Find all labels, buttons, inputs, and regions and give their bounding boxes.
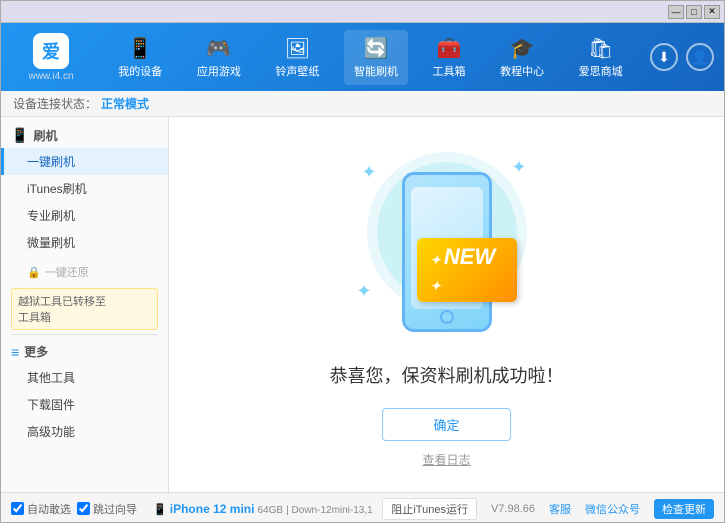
nav-app-game[interactable]: 🎮 应用游戏 xyxy=(187,30,251,85)
nav-ringtone-wallpaper[interactable]: 🖼 铃声壁纸 xyxy=(265,30,329,85)
maximize-button[interactable]: □ xyxy=(686,5,702,19)
jailbreak-notice: 越狱工具已转移至工具箱 xyxy=(11,288,158,330)
my-device-label: 我的设备 xyxy=(118,63,162,79)
nav-my-device[interactable]: 📱 我的设备 xyxy=(108,30,172,85)
pro-flash-label: 专业刷机 xyxy=(27,209,75,223)
user-button[interactable]: 👤 xyxy=(686,43,714,71)
sidebar: 📱 刷机 一键刷机 iTunes刷机 专业刷机 微量刷机 xyxy=(1,117,169,492)
footer: 自动敢选 跳过向导 📱 iPhone 12 mini 64GB | Down-1… xyxy=(1,492,724,523)
more-section-icon: ≡ xyxy=(11,344,19,360)
auto-report-checkbox[interactable]: 自动敢选 xyxy=(11,501,71,517)
status-label: 设备连接状态： xyxy=(13,95,97,112)
nav-store[interactable]: 🛍 爱思商城 xyxy=(569,30,633,85)
status-value: 正常模式 xyxy=(101,95,149,112)
title-bar: — □ ✕ xyxy=(1,1,724,23)
sparkle-1: ✦ xyxy=(362,162,377,183)
sidebar-item-micro-flash[interactable]: 微量刷机 xyxy=(1,229,168,256)
sidebar-section-more: ≡ 更多 其他工具 下载固件 高级功能 xyxy=(1,339,168,445)
download-button[interactable]: ⬇ xyxy=(650,43,678,71)
logo-icon: 爱 xyxy=(33,33,69,69)
sparkle-3: ✦ xyxy=(357,281,372,302)
nav-bar: 📱 我的设备 🎮 应用游戏 🖼 铃声壁纸 🔄 智能刷机 🧰 工具箱 🎓 xyxy=(101,30,640,85)
footer-left: 自动敢选 跳过向导 📱 iPhone 12 mini 64GB | Down-1… xyxy=(11,501,382,517)
sidebar-item-pro-flash[interactable]: 专业刷机 xyxy=(1,202,168,229)
advanced-label: 高级功能 xyxy=(27,425,75,439)
ringtone-icon: 🖼 xyxy=(285,36,310,61)
check-update-button[interactable]: 检查更新 xyxy=(654,499,714,519)
customer-service-link[interactable]: 客服 xyxy=(549,501,571,517)
nav-tutorial[interactable]: 🎓 教程中心 xyxy=(490,30,554,85)
main-window: — □ ✕ 爱 www.i4.cn 📱 我的设备 🎮 应用游戏 🖼 铃声壁纸 xyxy=(0,0,725,523)
flash-section-label: 刷机 xyxy=(33,127,57,144)
view-log-link[interactable]: 查看日志 xyxy=(422,451,470,468)
tutorial-label: 教程中心 xyxy=(500,63,544,79)
smart-flash-label: 智能刷机 xyxy=(354,63,398,79)
success-message: 恭喜您，保资料刷机成功啦！ xyxy=(330,362,564,388)
sidebar-section-restore: 🔒 一键还原 越狱工具已转移至工具箱 xyxy=(1,260,168,330)
confirm-button[interactable]: 确定 xyxy=(382,408,510,441)
sidebar-item-itunes-flash[interactable]: iTunes刷机 xyxy=(1,175,168,202)
other-tools-label: 其他工具 xyxy=(27,371,75,385)
sidebar-item-one-key-flash[interactable]: 一键刷机 xyxy=(1,148,168,175)
device-model-text: Down-12mini-13,1 xyxy=(292,505,373,516)
app-game-label: 应用游戏 xyxy=(197,63,241,79)
toolbox-label: 工具箱 xyxy=(433,63,466,79)
logo-letter: 爱 xyxy=(42,38,60,64)
success-illustration: ✦ ✦ ✦ NEW xyxy=(347,142,547,342)
status-bar: 设备连接状态： 正常模式 xyxy=(1,91,724,117)
device-name: iPhone 12 mini xyxy=(170,502,255,516)
device-capacity: 64GB xyxy=(258,505,284,516)
footer-status: 阻止iTunes运行 V7.98.66 客服 微信公众号 检查更新 xyxy=(382,498,714,520)
more-section-header: ≡ 更多 xyxy=(1,339,168,364)
store-icon: 🛍 xyxy=(588,36,613,61)
itunes-flash-label: iTunes刷机 xyxy=(27,182,87,196)
nav-actions: ⬇ 👤 xyxy=(650,43,714,71)
tutorial-icon: 🎓 xyxy=(510,36,535,61)
close-button[interactable]: ✕ xyxy=(704,5,720,19)
logo-url: www.i4.cn xyxy=(28,71,73,82)
logo[interactable]: 爱 www.i4.cn xyxy=(11,33,91,82)
phone-icon: 📱 xyxy=(153,504,170,516)
auto-report-input[interactable] xyxy=(11,502,24,515)
sparkle-2: ✦ xyxy=(511,157,526,178)
stop-itunes-button[interactable]: 阻止iTunes运行 xyxy=(382,498,477,520)
sidebar-item-advanced[interactable]: 高级功能 xyxy=(1,418,168,445)
sidebar-section-flash: 📱 刷机 一键刷机 iTunes刷机 专业刷机 微量刷机 xyxy=(1,123,168,256)
nav-smart-flash[interactable]: 🔄 智能刷机 xyxy=(344,30,408,85)
flash-section-icon: 📱 xyxy=(11,127,28,144)
sidebar-item-other-tools[interactable]: 其他工具 xyxy=(1,364,168,391)
ringtone-label: 铃声壁纸 xyxy=(275,63,319,79)
wechat-public-link[interactable]: 微信公众号 xyxy=(585,501,640,517)
content-area: ✦ ✦ ✦ NEW 恭喜您，保资料刷机成功啦！ 确定 查看日志 xyxy=(169,117,724,492)
restore-label: 一键还原 xyxy=(45,264,89,280)
device-info: 📱 iPhone 12 mini 64GB | Down-12mini-13,1 xyxy=(153,502,373,516)
flash-section-header: 📱 刷机 xyxy=(1,123,168,148)
sidebar-divider xyxy=(11,334,158,335)
skip-wizard-input[interactable] xyxy=(77,502,90,515)
one-key-flash-label: 一键刷机 xyxy=(27,155,75,169)
toolbox-icon: 🧰 xyxy=(437,36,462,61)
new-badge: NEW xyxy=(417,238,517,302)
app-game-icon: 🎮 xyxy=(206,36,231,61)
version-text: V7.98.66 xyxy=(491,503,535,515)
main-area: 📱 刷机 一键刷机 iTunes刷机 专业刷机 微量刷机 xyxy=(1,117,724,492)
smart-flash-icon: 🔄 xyxy=(364,36,389,61)
lock-icon: 🔒 xyxy=(27,266,41,279)
skip-wizard-label: 跳过向导 xyxy=(93,501,137,517)
store-label: 爱思商城 xyxy=(579,63,623,79)
phone-home-btn xyxy=(440,310,454,324)
header: 爱 www.i4.cn 📱 我的设备 🎮 应用游戏 🖼 铃声壁纸 🔄 智能刷机 xyxy=(1,23,724,91)
sidebar-item-download-firmware[interactable]: 下载固件 xyxy=(1,391,168,418)
notice-text: 越狱工具已转移至工具箱 xyxy=(18,296,106,324)
more-section-label: 更多 xyxy=(24,343,48,360)
skip-wizard-checkbox[interactable]: 跳过向导 xyxy=(77,501,137,517)
restore-section-header: 🔒 一键还原 xyxy=(1,260,168,284)
auto-report-label: 自动敢选 xyxy=(27,501,71,517)
minimize-button[interactable]: — xyxy=(668,5,684,19)
download-firmware-label: 下载固件 xyxy=(27,398,75,412)
micro-flash-label: 微量刷机 xyxy=(27,236,75,250)
my-device-icon: 📱 xyxy=(128,36,153,61)
nav-toolbox[interactable]: 🧰 工具箱 xyxy=(423,30,476,85)
